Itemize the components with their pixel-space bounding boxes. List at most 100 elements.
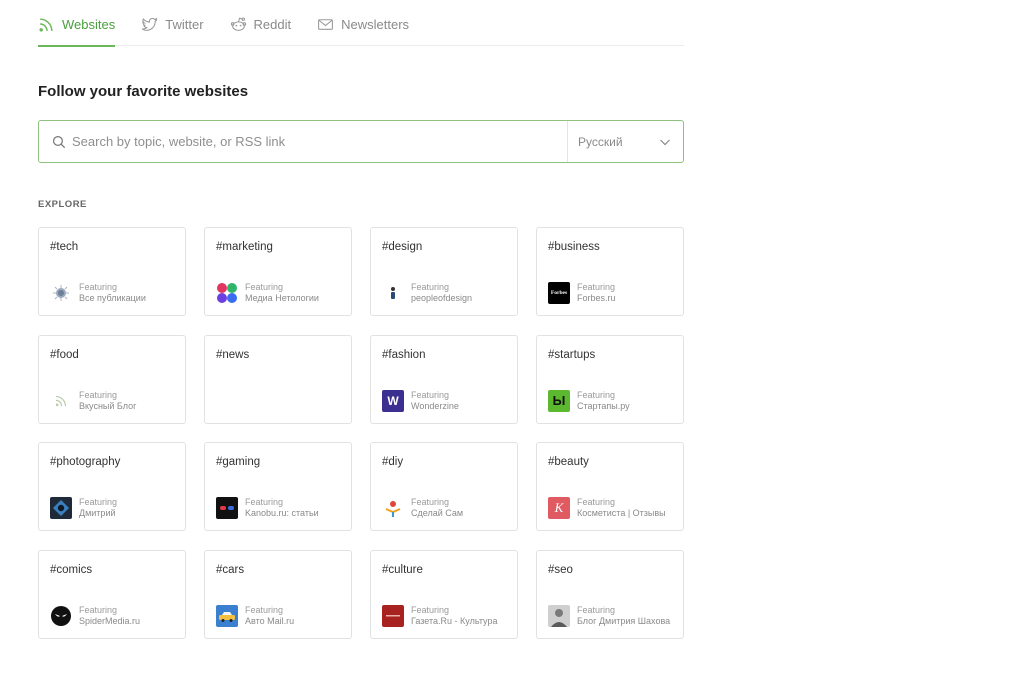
featured-source: Featuring Дмитрий [50, 497, 117, 519]
topic-tag: #diy [382, 456, 404, 468]
featuring-label: Featuring [577, 497, 616, 507]
topic-card-photography[interactable]: #photography Featuring Дмитрий [38, 442, 186, 531]
featured-source: Featuring peopleofdesign [382, 282, 472, 304]
topic-tag: #beauty [548, 456, 589, 468]
wonderzine-logo-icon: W [382, 389, 404, 412]
splash-logo-icon [50, 282, 72, 304]
featured-site-name: Kanobu.ru: статьи [245, 508, 319, 518]
topic-tag: #photography [50, 456, 121, 468]
featured-source: Featuring Вкусный Блог [50, 390, 136, 412]
startapy-logo-text: Ы [552, 393, 566, 408]
twitter-icon [142, 16, 158, 31]
diy-logo-icon [382, 497, 404, 519]
topic-card-gaming[interactable]: #gaming Featuring Kanobu.ru: статьи [204, 442, 352, 531]
topic-tag: #gaming [216, 456, 261, 468]
topic-tag: #marketing [216, 241, 273, 253]
featured-site-name: Медиа Нетологии [245, 293, 319, 303]
search-icon [52, 135, 66, 148]
tab-websites[interactable]: Websites [38, 0, 116, 47]
featuring-label: Featuring [79, 497, 118, 507]
featuring-label: Featuring [79, 604, 118, 615]
startapy-logo-icon: Ы [548, 389, 570, 412]
netology-logo-icon [216, 282, 238, 304]
search-input[interactable] [72, 121, 567, 162]
featuring-label: Featuring [79, 282, 118, 292]
topic-card-diy[interactable]: #diy Featuring Сделай Сам [370, 442, 518, 531]
topic-tag: #comics [50, 563, 93, 576]
reddit-icon [230, 16, 246, 31]
topic-card-cars[interactable]: #cars Featuring Авто Mail.ru [204, 549, 352, 639]
featured-site-name: Стартапы.ру [577, 400, 630, 411]
rss-icon [39, 17, 53, 32]
topic-card-culture[interactable]: #culture Featuring Газета.Ru - Культура [370, 549, 518, 639]
featuring-label: Featuring [411, 389, 450, 400]
featuring-label: Featuring [411, 282, 450, 292]
featured-site-name: Вкусный Блог [79, 400, 137, 411]
topic-card-business[interactable]: #business Forbes Featuring Forbes.ru [536, 227, 684, 316]
topic-card-tech[interactable]: #tech Featuring Все публикации [38, 227, 186, 316]
language-select[interactable]: Русский [567, 121, 683, 162]
featuring-label: Featuring [245, 604, 284, 615]
topic-tag: #fashion [382, 348, 426, 361]
featuring-label: Featuring [577, 282, 616, 292]
topic-card-seo[interactable]: #seo Featuring Блог Дмитрия Шахова [536, 549, 684, 639]
topic-tag: #news [216, 348, 250, 361]
featured-source: Featuring Газета.Ru - Культура [382, 604, 498, 627]
tab-newsletters[interactable]: Newsletters [317, 0, 409, 46]
topic-card-beauty[interactable]: #beauty K Featuring Косметиста | Отзывы [536, 442, 684, 531]
featuring-label: Featuring [411, 497, 450, 507]
page-title: Follow your favorite websites [38, 83, 249, 100]
featuring-label: Featuring [577, 389, 616, 400]
topic-card-startups[interactable]: #startups Ы Featuring Стартапы.ру [536, 334, 684, 424]
featured-source: Featuring Kanobu.ru: статьи [216, 497, 319, 519]
gazeta-logo-icon [382, 604, 404, 627]
topic-tag: #design [382, 241, 423, 253]
topic-card-design[interactable]: #design Featuring peopleofdesign [370, 227, 518, 316]
featured-site-name: Косметиста | Отзывы [577, 508, 666, 518]
topic-card-food[interactable]: #food Featuring Вкусный Блог [38, 334, 186, 424]
featured-site-name: Все публикации [79, 293, 146, 303]
featured-source: K Featuring Косметиста | Отзывы [548, 497, 666, 519]
kanobu-logo-icon [216, 497, 238, 519]
kosmetista-logo-text: K [554, 500, 564, 515]
featured-site-name: SpiderMedia.ru [79, 615, 141, 626]
featuring-label: Featuring [79, 389, 118, 400]
featured-site-name: Сделай Сам [411, 508, 464, 518]
spider-logo-icon [50, 605, 72, 627]
topic-card-fashion[interactable]: #fashion W Featuring Wonderzine [370, 334, 518, 424]
topic-card-news[interactable]: #news [204, 334, 352, 424]
car-logo-icon [216, 604, 238, 627]
topic-tag: #tech [50, 241, 79, 253]
topic-card-marketing[interactable]: #marketing Featuring Медиа Нетологии [204, 227, 352, 316]
chevron-down-icon [660, 139, 670, 145]
featured-site-name: Газета.Ru - Культура [411, 615, 498, 626]
featured-site-name: Forbes.ru [577, 293, 616, 303]
featured-source: Featuring Сделай Сам [382, 497, 463, 519]
featured-source: Featuring Все публикации [50, 282, 146, 304]
avatar-photo-icon [548, 604, 570, 627]
source-tabs: Websites Twitter Reddit Newsletters [38, 0, 684, 47]
topic-tag: #startups [548, 348, 596, 361]
forbes-logo-text: Forbes [550, 290, 568, 296]
tab-twitter[interactable]: Twitter [141, 0, 204, 46]
featured-source: Forbes Featuring Forbes.ru [548, 282, 616, 304]
featured-source: Featuring Медиа Нетологии [216, 282, 319, 304]
topic-tag: #cars [216, 563, 245, 576]
forbes-logo-icon: Forbes [548, 282, 570, 304]
tab-label: Reddit [253, 16, 292, 32]
wonderzine-logo-text: W [387, 393, 399, 408]
search-bar: Русский [38, 120, 684, 163]
topic-grid: #tech Featuring Все публикации #marketing… [38, 227, 684, 639]
featured-site-name: Блог Дмитрия Шахова [577, 615, 671, 626]
featured-source: Ы Featuring Стартапы.ру [548, 389, 630, 412]
tab-label: Twitter [165, 16, 204, 32]
tab-reddit[interactable]: Reddit [230, 0, 292, 46]
explore-heading: EXPLORE [38, 199, 87, 210]
featuring-label: Featuring [411, 604, 450, 615]
featuring-label: Featuring [245, 282, 284, 292]
featured-site-name: Дмитрий [79, 508, 116, 518]
topic-tag: #culture [382, 563, 423, 576]
featured-source: W Featuring Wonderzine [382, 389, 459, 412]
featured-site-name: Wonderzine [411, 400, 459, 411]
topic-card-comics[interactable]: #comics Featuring SpiderMedia.ru [38, 549, 186, 639]
